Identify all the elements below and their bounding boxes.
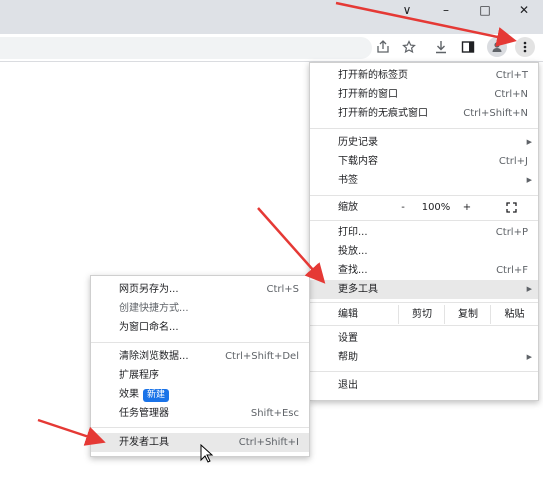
menu-item-label: 帮助 — [338, 352, 358, 363]
tab-search-dropdown-icon[interactable]: ∨ — [392, 0, 422, 22]
maximize-button[interactable]: □ — [470, 0, 500, 22]
submenu-arrow-icon: ▶ — [526, 176, 532, 184]
more-tools-submenu: 网页另存为... Ctrl+S 创建快捷方式... 为窗口命名... 清除浏览数… — [90, 275, 310, 457]
menu-item-performance[interactable]: 效果 新建 — [91, 385, 309, 404]
download-icon[interactable] — [431, 37, 451, 57]
menu-divider — [310, 128, 538, 129]
menu-item-label: 设置 — [338, 333, 358, 344]
menu-item-label: 打开新的标签页 — [338, 70, 408, 81]
menu-item-exit[interactable]: 退出 — [310, 376, 538, 395]
shortcut-label: Ctrl+N — [494, 89, 528, 100]
shortcut-label: Shift+Esc — [250, 408, 299, 419]
menu-item-label: 缩放 — [338, 202, 358, 213]
menu-item-bookmarks[interactable]: 书签 ▶ — [310, 171, 538, 190]
chrome-main-menu: 打开新的标签页 Ctrl+T 打开新的窗口 Ctrl+N 打开新的无痕式窗口 C… — [309, 62, 539, 401]
menu-item-label: 下载内容 — [338, 156, 378, 167]
menu-divider — [310, 325, 538, 326]
menu-item-label: 打开新的无痕式窗口 — [338, 108, 428, 119]
menu-item-label: 退出 — [338, 380, 358, 391]
shortcut-label: Ctrl+Shift+I — [238, 437, 299, 448]
shortcut-label: Ctrl+J — [498, 156, 528, 167]
menu-item-edit: 编辑 剪切 复制 粘贴 — [310, 305, 538, 324]
menu-item-label: 为窗口命名... — [119, 322, 179, 333]
new-badge: 新建 — [143, 389, 170, 402]
shortcut-label: Ctrl+S — [266, 284, 299, 295]
menu-divider — [310, 302, 538, 303]
submenu-arrow-icon: ▶ — [526, 285, 532, 293]
menu-item-clear-data[interactable]: 清除浏览数据... Ctrl+Shift+Del — [91, 347, 309, 366]
menu-item-settings[interactable]: 设置 — [310, 329, 538, 348]
menu-item-label: 清除浏览数据... — [119, 351, 189, 362]
share-icon[interactable] — [373, 37, 393, 57]
menu-divider — [310, 371, 538, 372]
menu-divider — [310, 220, 538, 221]
menu-item-create-shortcut[interactable]: 创建快捷方式... — [91, 299, 309, 318]
paste-button[interactable]: 粘贴 — [490, 305, 538, 324]
zoom-in-button[interactable]: + — [460, 198, 474, 217]
star-icon[interactable] — [399, 37, 419, 57]
menu-item-label: 查找... — [338, 265, 368, 276]
fullscreen-icon[interactable] — [503, 198, 519, 217]
profile-icon[interactable] — [487, 37, 507, 57]
copy-button[interactable]: 复制 — [444, 305, 491, 324]
menu-item-cast[interactable]: 投放... — [310, 242, 538, 261]
menu-divider — [91, 427, 309, 428]
menu-item-label: 书签 — [338, 175, 358, 186]
menu-item-name-window[interactable]: 为窗口命名... — [91, 318, 309, 337]
menu-item-label: 扩展程序 — [119, 370, 159, 381]
menu-divider — [91, 342, 309, 343]
menu-item-label: 创建快捷方式... — [119, 303, 189, 314]
cut-button[interactable]: 剪切 — [398, 305, 445, 324]
address-bar[interactable] — [0, 37, 372, 59]
menu-item-label: 更多工具 — [338, 284, 378, 295]
menu-item-save-page[interactable]: 网页另存为... Ctrl+S — [91, 280, 309, 299]
shortcut-label: Ctrl+Shift+Del — [225, 351, 299, 362]
submenu-arrow-icon: ▶ — [526, 138, 532, 146]
menu-item-label: 打印... — [338, 227, 368, 238]
menu-item-extensions[interactable]: 扩展程序 — [91, 366, 309, 385]
menu-item-new-tab[interactable]: 打开新的标签页 Ctrl+T — [310, 66, 538, 85]
close-button[interactable]: ✕ — [509, 0, 539, 22]
menu-item-label: 网页另存为... — [119, 284, 179, 295]
shortcut-label: Ctrl+P — [495, 227, 528, 238]
performance-label: 效果 — [119, 389, 139, 400]
menu-item-label: 任务管理器 — [119, 408, 169, 419]
menu-item-find[interactable]: 查找... Ctrl+F — [310, 261, 538, 280]
menu-item-label: 打开新的窗口 — [338, 89, 398, 100]
menu-item-zoom: 缩放 - 100% + — [310, 198, 538, 217]
menu-item-print[interactable]: 打印... Ctrl+P — [310, 223, 538, 242]
menu-item-history[interactable]: 历史记录 ▶ — [310, 133, 538, 152]
side-panel-icon[interactable] — [458, 37, 478, 57]
menu-divider — [310, 195, 538, 196]
submenu-arrow-icon: ▶ — [526, 353, 532, 361]
shortcut-label: Ctrl+Shift+N — [463, 108, 528, 119]
title-bar — [0, 0, 543, 34]
menu-item-label: 开发者工具 — [119, 437, 169, 448]
menu-item-label: 历史记录 — [338, 137, 378, 148]
menu-item-label: 效果 新建 — [119, 385, 170, 404]
menu-item-label: 投放... — [338, 246, 368, 257]
menu-item-more-tools[interactable]: 更多工具 ▶ — [310, 280, 538, 299]
zoom-level: 100% — [421, 202, 451, 213]
menu-item-downloads[interactable]: 下载内容 Ctrl+J — [310, 152, 538, 171]
menu-item-new-incognito[interactable]: 打开新的无痕式窗口 Ctrl+Shift+N — [310, 104, 538, 123]
menu-item-new-window[interactable]: 打开新的窗口 Ctrl+N — [310, 85, 538, 104]
menu-item-help[interactable]: 帮助 ▶ — [310, 348, 538, 367]
mouse-cursor-icon — [200, 444, 214, 463]
menu-item-label: 编辑 — [338, 309, 358, 320]
shortcut-label: Ctrl+F — [496, 265, 528, 276]
kebab-menu-icon[interactable] — [515, 37, 535, 57]
menu-item-task-manager[interactable]: 任务管理器 Shift+Esc — [91, 404, 309, 423]
minimize-button[interactable]: – — [431, 0, 461, 22]
shortcut-label: Ctrl+T — [495, 70, 528, 81]
zoom-out-button[interactable]: - — [396, 198, 410, 217]
